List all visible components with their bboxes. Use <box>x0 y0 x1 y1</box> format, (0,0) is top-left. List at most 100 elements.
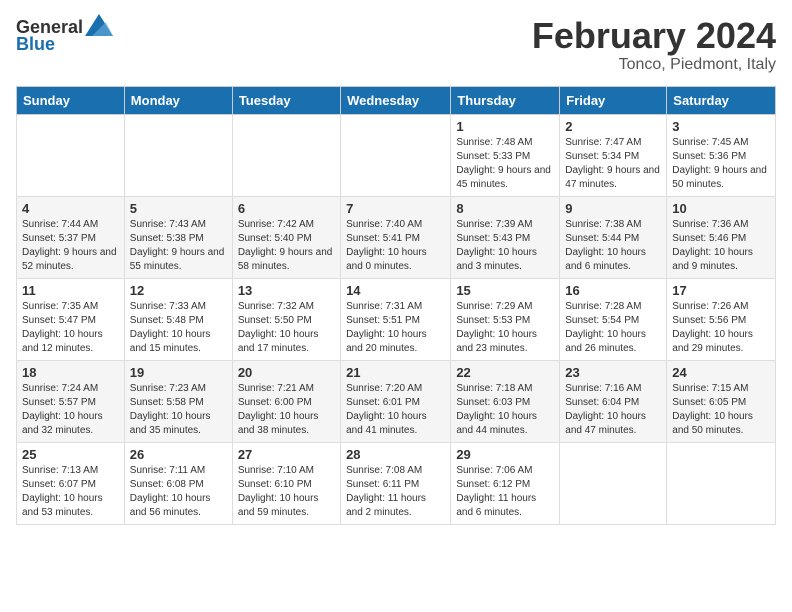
day-number: 17 <box>672 283 770 298</box>
day-number: 25 <box>22 447 119 462</box>
day-info: Sunrise: 7:36 AM Sunset: 5:46 PM Dayligh… <box>672 218 770 274</box>
calendar-cell: 18 Sunrise: 7:24 AM Sunset: 5:57 PM Dayli… <box>17 360 125 442</box>
calendar-cell: 4 Sunrise: 7:44 AM Sunset: 5:37 PM Daylig… <box>17 196 125 278</box>
calendar-table: SundayMondayTuesdayWednesdayThursdayFrid… <box>16 86 776 525</box>
day-info: Sunrise: 7:38 AM Sunset: 5:44 PM Dayligh… <box>565 218 661 274</box>
day-info: Sunrise: 7:06 AM Sunset: 6:12 PM Dayligh… <box>456 464 554 520</box>
day-number: 21 <box>346 365 445 380</box>
calendar-cell: 26 Sunrise: 7:11 AM Sunset: 6:08 PM Dayli… <box>124 442 232 524</box>
day-info: Sunrise: 7:08 AM Sunset: 6:11 PM Dayligh… <box>346 464 445 520</box>
calendar-cell <box>124 114 232 196</box>
logo-icon <box>85 14 113 36</box>
day-number: 12 <box>130 283 227 298</box>
day-info: Sunrise: 7:39 AM Sunset: 5:43 PM Dayligh… <box>456 218 554 274</box>
calendar-cell <box>560 442 667 524</box>
title-area: February 2024 Tonco, Piedmont, Italy <box>532 16 776 74</box>
calendar-cell: 11 Sunrise: 7:35 AM Sunset: 5:47 PM Dayli… <box>17 278 125 360</box>
column-header-thursday: Thursday <box>451 86 560 114</box>
column-header-tuesday: Tuesday <box>232 86 340 114</box>
column-header-sunday: Sunday <box>17 86 125 114</box>
calendar-cell: 21 Sunrise: 7:20 AM Sunset: 6:01 PM Dayli… <box>341 360 451 442</box>
calendar-cell: 20 Sunrise: 7:21 AM Sunset: 6:00 PM Dayli… <box>232 360 340 442</box>
day-info: Sunrise: 7:20 AM Sunset: 6:01 PM Dayligh… <box>346 382 445 438</box>
calendar-cell: 2 Sunrise: 7:47 AM Sunset: 5:34 PM Daylig… <box>560 114 667 196</box>
day-number: 14 <box>346 283 445 298</box>
day-number: 2 <box>565 119 661 134</box>
calendar-cell: 15 Sunrise: 7:29 AM Sunset: 5:53 PM Dayli… <box>451 278 560 360</box>
column-header-monday: Monday <box>124 86 232 114</box>
column-header-wednesday: Wednesday <box>341 86 451 114</box>
logo: General Blue <box>16 16 113 55</box>
day-number: 27 <box>238 447 335 462</box>
day-info: Sunrise: 7:24 AM Sunset: 5:57 PM Dayligh… <box>22 382 119 438</box>
day-info: Sunrise: 7:21 AM Sunset: 6:00 PM Dayligh… <box>238 382 335 438</box>
calendar-cell <box>667 442 776 524</box>
day-info: Sunrise: 7:48 AM Sunset: 5:33 PM Dayligh… <box>456 136 554 192</box>
calendar-cell: 12 Sunrise: 7:33 AM Sunset: 5:48 PM Dayli… <box>124 278 232 360</box>
calendar-cell: 23 Sunrise: 7:16 AM Sunset: 6:04 PM Dayli… <box>560 360 667 442</box>
calendar-cell: 9 Sunrise: 7:38 AM Sunset: 5:44 PM Daylig… <box>560 196 667 278</box>
day-info: Sunrise: 7:42 AM Sunset: 5:40 PM Dayligh… <box>238 218 335 274</box>
calendar-cell: 5 Sunrise: 7:43 AM Sunset: 5:38 PM Daylig… <box>124 196 232 278</box>
day-info: Sunrise: 7:16 AM Sunset: 6:04 PM Dayligh… <box>565 382 661 438</box>
calendar-cell: 25 Sunrise: 7:13 AM Sunset: 6:07 PM Dayli… <box>17 442 125 524</box>
calendar-cell: 27 Sunrise: 7:10 AM Sunset: 6:10 PM Dayli… <box>232 442 340 524</box>
day-info: Sunrise: 7:13 AM Sunset: 6:07 PM Dayligh… <box>22 464 119 520</box>
day-number: 15 <box>456 283 554 298</box>
header: General Blue February 2024 Tonco, Piedmo… <box>16 16 776 74</box>
calendar-cell: 29 Sunrise: 7:06 AM Sunset: 6:12 PM Dayli… <box>451 442 560 524</box>
calendar-cell: 1Sunrise: 7:48 AM Sunset: 5:33 PM Daylig… <box>451 114 560 196</box>
day-info: Sunrise: 7:35 AM Sunset: 5:47 PM Dayligh… <box>22 300 119 356</box>
day-info: Sunrise: 7:10 AM Sunset: 6:10 PM Dayligh… <box>238 464 335 520</box>
day-info: Sunrise: 7:11 AM Sunset: 6:08 PM Dayligh… <box>130 464 227 520</box>
day-number: 28 <box>346 447 445 462</box>
calendar-cell: 14 Sunrise: 7:31 AM Sunset: 5:51 PM Dayli… <box>341 278 451 360</box>
day-number: 4 <box>22 201 119 216</box>
day-info: Sunrise: 7:26 AM Sunset: 5:56 PM Dayligh… <box>672 300 770 356</box>
column-header-saturday: Saturday <box>667 86 776 114</box>
day-number: 5 <box>130 201 227 216</box>
calendar-cell: 22Sunrise: 7:18 AM Sunset: 6:03 PM Dayli… <box>451 360 560 442</box>
day-number: 7 <box>346 201 445 216</box>
day-number: 22 <box>456 365 554 380</box>
day-number: 13 <box>238 283 335 298</box>
day-info: Sunrise: 7:47 AM Sunset: 5:34 PM Dayligh… <box>565 136 661 192</box>
calendar-cell: 17 Sunrise: 7:26 AM Sunset: 5:56 PM Dayli… <box>667 278 776 360</box>
column-header-friday: Friday <box>560 86 667 114</box>
day-info: Sunrise: 7:33 AM Sunset: 5:48 PM Dayligh… <box>130 300 227 356</box>
day-number: 3 <box>672 119 770 134</box>
day-number: 19 <box>130 365 227 380</box>
calendar-cell: 16 Sunrise: 7:28 AM Sunset: 5:54 PM Dayli… <box>560 278 667 360</box>
calendar-cell: 28 Sunrise: 7:08 AM Sunset: 6:11 PM Dayli… <box>341 442 451 524</box>
day-number: 18 <box>22 365 119 380</box>
day-number: 10 <box>672 201 770 216</box>
calendar-cell <box>341 114 451 196</box>
calendar-cell: 7 Sunrise: 7:40 AM Sunset: 5:41 PM Daylig… <box>341 196 451 278</box>
day-info: Sunrise: 7:31 AM Sunset: 5:51 PM Dayligh… <box>346 300 445 356</box>
calendar-cell: 24 Sunrise: 7:15 AM Sunset: 6:05 PM Dayli… <box>667 360 776 442</box>
day-info: Sunrise: 7:15 AM Sunset: 6:05 PM Dayligh… <box>672 382 770 438</box>
day-number: 24 <box>672 365 770 380</box>
day-number: 29 <box>456 447 554 462</box>
location-title: Tonco, Piedmont, Italy <box>532 56 776 74</box>
day-info: Sunrise: 7:44 AM Sunset: 5:37 PM Dayligh… <box>22 218 119 274</box>
day-number: 6 <box>238 201 335 216</box>
day-number: 8 <box>456 201 554 216</box>
day-number: 23 <box>565 365 661 380</box>
day-number: 9 <box>565 201 661 216</box>
calendar-cell: 13 Sunrise: 7:32 AM Sunset: 5:50 PM Dayli… <box>232 278 340 360</box>
day-info: Sunrise: 7:43 AM Sunset: 5:38 PM Dayligh… <box>130 218 227 274</box>
day-number: 11 <box>22 283 119 298</box>
day-info: Sunrise: 7:45 AM Sunset: 5:36 PM Dayligh… <box>672 136 770 192</box>
day-info: Sunrise: 7:40 AM Sunset: 5:41 PM Dayligh… <box>346 218 445 274</box>
day-number: 26 <box>130 447 227 462</box>
calendar-cell: 19Sunrise: 7:23 AM Sunset: 5:58 PM Dayli… <box>124 360 232 442</box>
logo-blue-text: Blue <box>16 34 55 55</box>
day-number: 20 <box>238 365 335 380</box>
day-number: 16 <box>565 283 661 298</box>
calendar-cell: 8 Sunrise: 7:39 AM Sunset: 5:43 PM Daylig… <box>451 196 560 278</box>
day-info: Sunrise: 7:29 AM Sunset: 5:53 PM Dayligh… <box>456 300 554 356</box>
day-info: Sunrise: 7:32 AM Sunset: 5:50 PM Dayligh… <box>238 300 335 356</box>
calendar-cell <box>17 114 125 196</box>
day-info: Sunrise: 7:28 AM Sunset: 5:54 PM Dayligh… <box>565 300 661 356</box>
